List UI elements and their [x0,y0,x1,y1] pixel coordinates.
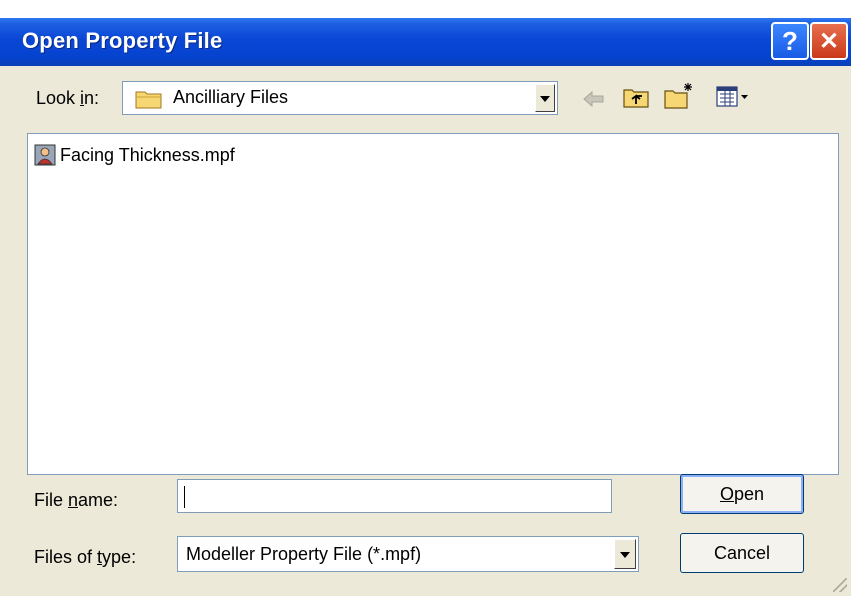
resize-grip[interactable] [833,578,847,592]
open-button[interactable]: Open [680,474,804,514]
file-type-combobox[interactable]: Modeller Property File (*.mpf) [177,536,639,572]
cancel-button[interactable]: Cancel [680,533,804,573]
list-item[interactable]: Facing Thickness.mpf [34,144,235,166]
chevron-down-icon [540,96,550,102]
file-list[interactable]: Facing Thickness.mpf [27,133,839,475]
window-title: Open Property File [22,28,223,53]
file-type-label: Files of type: [34,547,137,567]
title-bar[interactable]: Open Property File ? ✕ [0,18,851,66]
close-icon: ✕ [818,27,840,55]
file-type-value: Modeller Property File (*.mpf) [186,544,422,564]
file-name-input[interactable] [177,479,612,513]
text-caret [184,486,185,508]
look-in-dropdown-button[interactable] [535,84,555,112]
look-in-value: Ancilliary Files [173,87,289,107]
file-type-dropdown-button[interactable] [614,539,636,569]
folder-icon [135,91,162,109]
back-icon[interactable] [581,88,607,110]
look-in-combobox[interactable]: Ancilliary Files [122,81,558,115]
file-name-label: File name: [34,490,119,510]
help-button[interactable]: ? [771,22,809,60]
up-folder-icon[interactable] [622,84,650,110]
look-in-label: Look in: [36,88,100,108]
file-name: Facing Thickness.mpf [60,144,235,165]
close-button[interactable]: ✕ [810,22,848,60]
chevron-down-icon [620,552,630,558]
new-folder-icon[interactable] [663,81,695,111]
property-file-icon [34,144,56,166]
open-property-file-dialog: Open Property File ? ✕ Look in: Ancillia… [0,18,851,596]
help-icon: ? [782,25,798,56]
view-menu-icon[interactable] [715,84,751,110]
